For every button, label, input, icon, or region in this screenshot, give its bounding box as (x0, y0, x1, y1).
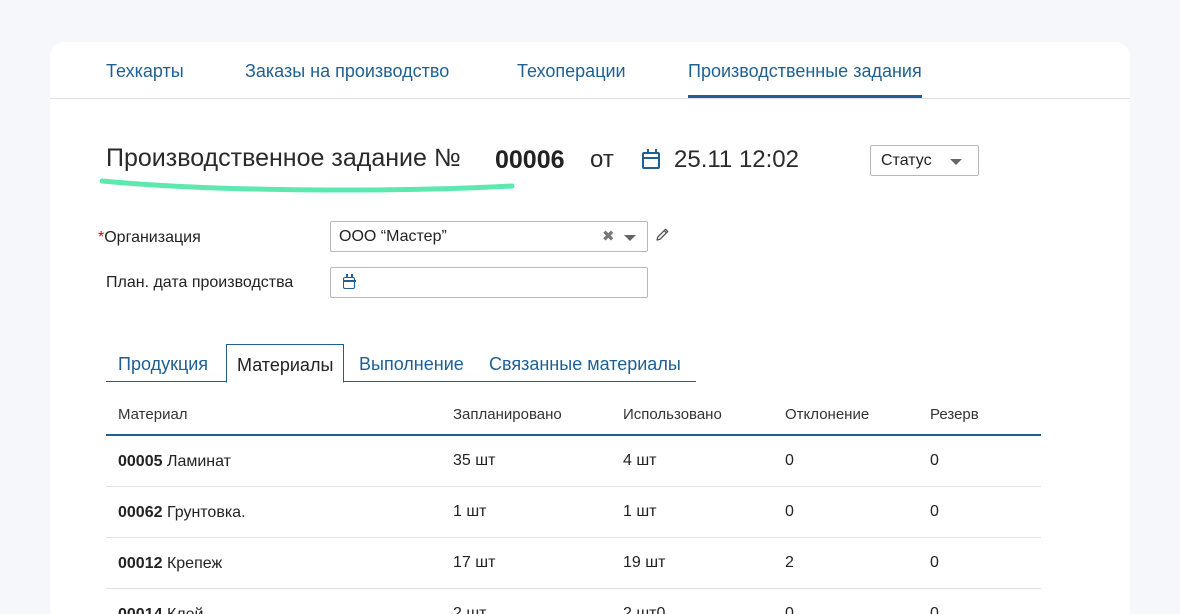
tab-tech-operations[interactable]: Техоперации (517, 61, 626, 82)
deviation-cell: 0 (785, 452, 794, 469)
used-cell: 19 шт (623, 554, 666, 571)
reserve-cell: 0 (930, 452, 939, 469)
materials-table: Материал Запланировано Использовано Откл… (106, 392, 1041, 614)
planned-cell: 1 шт (453, 503, 487, 520)
used-cell: 1 шт (623, 503, 657, 520)
planned-cell: 35 шт (453, 452, 496, 469)
status-label: Статус (881, 152, 932, 169)
used-cell: 2 шт0 (623, 605, 666, 614)
column-header[interactable]: Материал (118, 406, 188, 423)
material-cell: 00062 Грунтовка. (118, 504, 246, 521)
deviation-cell: 0 (785, 503, 794, 520)
edit-pencil-icon[interactable] (654, 227, 670, 243)
tab-production-tasks[interactable]: Производственные задания (688, 61, 922, 98)
tab-tech-cards[interactable]: Техкарты (106, 61, 184, 82)
material-cell: 00005 Ламинат (118, 453, 231, 470)
calendar-icon[interactable] (642, 149, 660, 169)
planned-cell: 2 шт (453, 605, 487, 614)
column-header[interactable]: Использовано (623, 406, 722, 423)
clear-icon[interactable]: ✖ (602, 227, 615, 245)
document-date[interactable]: 25.11 12:02 (674, 146, 799, 174)
subtab-products[interactable]: Продукция (118, 344, 208, 382)
organization-label: *Организация (98, 229, 201, 246)
status-dropdown[interactable]: Статус (870, 145, 979, 176)
subtab-execution[interactable]: Выполнение (359, 344, 464, 382)
table-row[interactable]: 00014 Клей 2 шт 2 шт0 0 0 (106, 589, 1041, 614)
chevron-down-icon (950, 159, 962, 165)
material-cell: 00012 Крепеж (118, 555, 223, 572)
column-header[interactable]: Отклонение (785, 406, 869, 423)
chevron-down-icon[interactable] (624, 235, 636, 241)
table-row[interactable]: 00062 Грунтовка. 1 шт 1 шт 0 0 (106, 487, 1041, 538)
column-header[interactable]: Запланировано (453, 406, 562, 423)
plan-date-label: План. дата производства (106, 274, 294, 291)
deviation-cell: 2 (785, 554, 794, 571)
table-row[interactable]: 00005 Ламинат 35 шт 4 шт 0 0 (106, 436, 1041, 487)
highlight-underline (100, 178, 515, 193)
organization-select[interactable]: ООО “Мастер” ✖ (330, 221, 648, 252)
tab-production-orders[interactable]: Заказы на производство (245, 61, 449, 82)
plan-date-field[interactable] (330, 267, 648, 298)
subtab-related-materials[interactable]: Связанные материалы (489, 344, 681, 382)
table-row[interactable]: 00012 Крепеж 17 шт 19 шт 2 0 (106, 538, 1041, 589)
material-cell: 00014 Клей (118, 606, 203, 614)
top-navigation: Техкарты Заказы на производство Техопера… (50, 42, 1130, 99)
deviation-cell: 0 (785, 605, 794, 614)
reserve-cell: 0 (930, 503, 939, 520)
reserve-cell: 0 (930, 554, 939, 571)
used-cell: 4 шт (623, 452, 657, 469)
subtabs: Продукция Материалы Выполнение Связанные… (106, 344, 696, 383)
main-card: Техкарты Заказы на производство Техопера… (50, 42, 1130, 614)
calendar-icon[interactable] (342, 274, 356, 289)
column-header[interactable]: Резерв (930, 406, 979, 423)
organization-value: ООО “Мастер” (339, 228, 447, 245)
planned-cell: 17 шт (453, 554, 496, 571)
reserve-cell: 0 (930, 605, 939, 614)
subtab-materials[interactable]: Материалы (226, 344, 345, 383)
date-from-label: от (590, 146, 614, 173)
table-header: Материал Запланировано Использовано Откл… (106, 392, 1041, 436)
document-number: 00006 (495, 146, 565, 174)
page-title: Производственное задание № (106, 144, 461, 172)
